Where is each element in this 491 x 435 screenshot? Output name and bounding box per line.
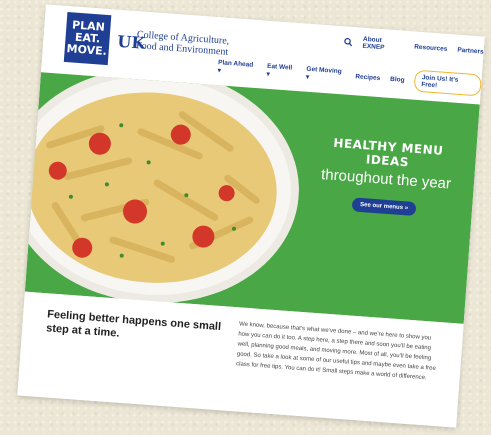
intro-tagline: Feeling better happens one small step at… <box>45 308 222 340</box>
search-icon[interactable] <box>344 37 353 47</box>
hero-banner: HEALTHY MENU IDEAS throughout the year S… <box>24 72 480 324</box>
pasta-illustration <box>46 111 260 263</box>
partners-link[interactable]: Partners <box>457 46 484 55</box>
intro-body: We know, because that’s what we’ve done … <box>235 321 436 382</box>
utility-nav: About EXNEP Resources Partners <box>344 34 485 58</box>
plan-eat-move-logo[interactable]: PLAN EAT. MOVE. <box>63 12 112 66</box>
nav-eat-well[interactable]: Eat Well ▾ <box>266 62 296 79</box>
pasta-plate-image <box>24 72 308 314</box>
nav-plan-ahead[interactable]: Plan Ahead ▾ <box>217 59 257 77</box>
hero-text: HEALTHY MENU IDEAS throughout the year S… <box>314 135 459 219</box>
join-button[interactable]: Join Us! It’s Free! <box>413 69 482 97</box>
nav-blog[interactable]: Blog <box>390 75 405 83</box>
logo-line-3: MOVE. <box>66 42 108 58</box>
nav-recipes[interactable]: Recipes <box>355 73 380 82</box>
pasta-food <box>24 83 284 292</box>
see-menus-button[interactable]: See our menus » <box>351 197 417 217</box>
printed-webpage: PLAN EAT. MOVE. UK College of Agricultur… <box>17 4 485 428</box>
college-name: College of Agriculture, Food and Environ… <box>136 29 247 59</box>
nav-get-moving[interactable]: Get Moving ▾ <box>306 65 346 83</box>
resources-link[interactable]: Resources <box>414 43 448 52</box>
about-link[interactable]: About EXNEP <box>362 36 405 53</box>
